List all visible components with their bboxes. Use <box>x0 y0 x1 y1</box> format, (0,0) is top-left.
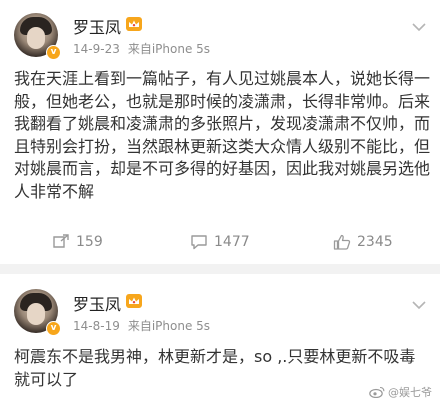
comment-button[interactable]: 1477 <box>190 230 250 254</box>
like-count: 2345 <box>357 234 393 250</box>
chevron-down-icon[interactable] <box>412 300 426 310</box>
weibo-post-1: v 罗玉凤 14-9-23 来自iPhone 5s 我在天涯上看到一篇帖子，有人见… <box>0 0 440 264</box>
like-button[interactable]: 2345 <box>333 230 393 254</box>
post-text: 柯震东不是我男神，林更新才是，so ,.只要林更新不吸毒就可以了 <box>14 347 416 389</box>
weibo-logo-icon <box>369 386 385 398</box>
author-name[interactable]: 罗玉凤 <box>73 291 121 315</box>
avatar-face <box>27 27 45 49</box>
weibo-post-2: v 罗玉凤 14-8-19 来自iPhone 5s 柯震东不是我男神，林更新才是，… <box>0 274 440 406</box>
repost-button[interactable]: 159 <box>52 230 103 254</box>
vip-crown-icon <box>126 17 142 31</box>
author-name[interactable]: 罗玉凤 <box>73 14 121 38</box>
post-date: 14-8-19 <box>73 319 120 333</box>
repost-icon <box>53 234 69 248</box>
avatar-face <box>27 303 45 325</box>
comment-count: 1477 <box>214 234 250 250</box>
avatar[interactable]: v <box>14 13 61 60</box>
watermark: @娱七爷 <box>369 384 432 400</box>
post-date: 14-9-23 <box>73 42 120 56</box>
chevron-down-icon[interactable] <box>412 22 426 32</box>
action-bar: 159 1477 2345 <box>0 224 440 260</box>
avatar[interactable]: v <box>14 289 61 336</box>
post-source: 来自iPhone 5s <box>127 319 211 333</box>
post-meta: 14-9-23 来自iPhone 5s <box>73 40 218 57</box>
post-meta: 14-8-19 来自iPhone 5s <box>73 317 218 334</box>
repost-count: 159 <box>76 234 103 250</box>
verified-badge-icon: v <box>46 45 61 60</box>
vip-crown-icon <box>126 294 142 308</box>
post-text: 我在天涯上看到一篇帖子，有人见过姚晨本人，说她长得一般，但她老公，也就是那时候的… <box>14 69 431 201</box>
comment-icon <box>191 235 207 250</box>
verified-badge-icon: v <box>46 321 61 336</box>
thumbs-up-icon <box>333 234 351 250</box>
post-source: 来自iPhone 5s <box>127 42 211 56</box>
watermark-text: @娱七爷 <box>388 386 432 399</box>
